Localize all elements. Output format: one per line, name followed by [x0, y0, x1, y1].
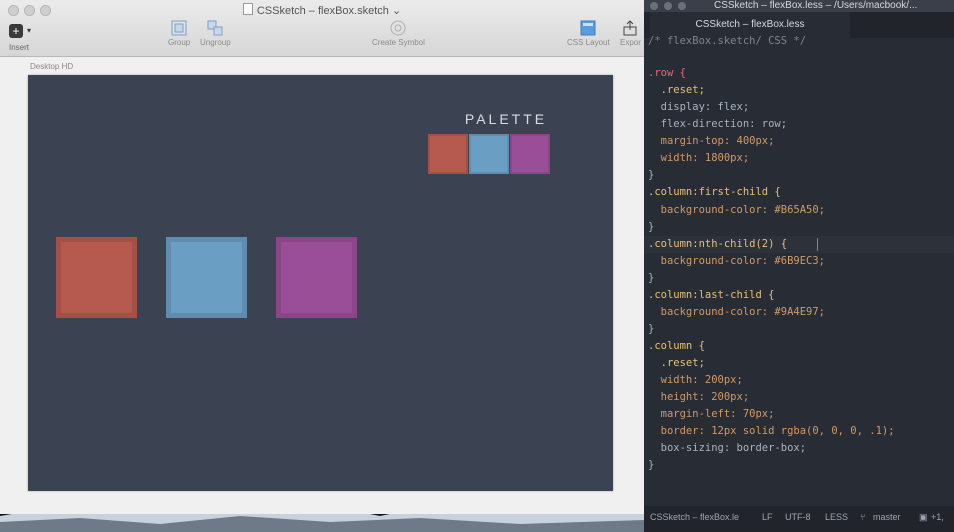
code-line[interactable]: height: 200px;: [648, 389, 750, 406]
code-line[interactable]: }: [648, 219, 654, 236]
sketch-window: CSSketch – flexBox.sketch ⌄ + ▾ Insert G…: [0, 0, 645, 514]
insert-button[interactable]: +: [9, 24, 23, 38]
code-line[interactable]: background-color: #9A4E97;: [648, 304, 825, 321]
git-status-icon: ▣: [919, 512, 928, 522]
palette-title[interactable]: PALETTE: [446, 111, 566, 127]
editor-window: CSSketch – flexBox.less – /Users/macbook…: [644, 0, 954, 532]
ungroup-icon: [207, 20, 223, 36]
group-icon: [171, 20, 187, 36]
status-encoding[interactable]: UTF-8: [785, 506, 811, 528]
code-line[interactable]: .column:nth-child(2) {: [648, 236, 787, 253]
editor-title: CSSketch – flexBox.less – /Users/macbook…: [714, 0, 918, 11]
status-line-ending[interactable]: LF: [762, 506, 773, 528]
palette-swatch-red[interactable]: [428, 134, 468, 174]
status-grammar[interactable]: LESS: [825, 506, 848, 528]
code-line[interactable]: width: 1800px;: [648, 150, 750, 167]
code-line[interactable]: .column:last-child {: [648, 287, 774, 304]
code-line[interactable]: }: [648, 167, 654, 184]
code-line[interactable]: .column:first-child {: [648, 184, 781, 201]
document-icon: [242, 3, 253, 15]
code-line[interactable]: }: [648, 270, 654, 287]
code-line[interactable]: .reset;: [648, 82, 705, 99]
code-line[interactable]: .column {: [648, 338, 705, 355]
column-first[interactable]: [56, 237, 137, 318]
export-label: Expor: [620, 38, 641, 47]
palette-swatch-blue[interactable]: [469, 134, 509, 174]
editor-zoom-button[interactable]: [678, 2, 686, 10]
column-last[interactable]: [276, 237, 357, 318]
code-line[interactable]: /* flexBox.sketch/ CSS */: [648, 36, 806, 50]
css-layout-label: CSS Layout: [567, 38, 610, 47]
export-button[interactable]: Expor: [620, 20, 641, 47]
code-line[interactable]: margin-left: 70px;: [648, 406, 775, 423]
export-icon: [623, 20, 637, 36]
canvas-area[interactable]: Desktop HD PALETTE: [0, 57, 644, 514]
editor-titlebar: CSSketch – flexBox.less – /Users/macbook…: [644, 0, 954, 12]
sketch-titlebar: CSSketch – flexBox.sketch ⌄ + ▾ Insert G…: [0, 0, 644, 57]
status-git-changes[interactable]: +1,: [931, 506, 944, 528]
create-symbol-label: Create Symbol: [372, 38, 425, 47]
status-bar: CSSketch – flexBox.le LF UTF-8 LESS ⑂ ma…: [644, 506, 954, 532]
create-symbol-button[interactable]: Create Symbol: [372, 20, 425, 47]
code-line[interactable]: box-sizing: border-box;: [648, 440, 806, 457]
code-line[interactable]: display: flex;: [648, 99, 750, 116]
code-line[interactable]: }: [648, 321, 654, 338]
code-line[interactable]: width: 200px;: [648, 372, 743, 389]
tab-flexbox-less[interactable]: CSSketch – flexBox.less: [650, 12, 850, 38]
code-line[interactable]: .reset;: [648, 355, 705, 372]
palette-swatch-purple[interactable]: [510, 134, 550, 174]
css-layout-icon: [580, 20, 596, 36]
insert-dropdown-icon[interactable]: ▾: [27, 26, 31, 35]
ungroup-button[interactable]: Ungroup: [200, 20, 231, 47]
code-line[interactable]: }: [648, 457, 654, 474]
window-title: CSSketch – flexBox.sketch ⌄: [0, 3, 644, 17]
insert-label: Insert: [9, 43, 30, 52]
group-button[interactable]: Group: [168, 20, 190, 47]
text-cursor: [817, 238, 818, 251]
git-branch-icon: ⑂: [860, 512, 866, 522]
symbol-icon: [390, 20, 406, 36]
code-editor[interactable]: /* flexBox.sketch/ CSS */ .row { .reset;…: [644, 36, 954, 506]
code-line[interactable]: border: 12px solid rgba(0, 0, 0, .1);: [648, 423, 895, 440]
code-line[interactable]: margin-top: 400px;: [648, 133, 775, 150]
chevron-down-icon[interactable]: ⌄: [392, 5, 401, 17]
editor-tab-bar: CSSketch – flexBox.less: [644, 12, 954, 38]
code-line[interactable]: background-color: #6B9EC3;: [648, 253, 825, 270]
editor-close-button[interactable]: [650, 2, 658, 10]
editor-minimize-button[interactable]: [664, 2, 672, 10]
group-label: Group: [168, 38, 191, 47]
code-line[interactable]: flex-direction: row;: [648, 116, 787, 133]
css-layout-button[interactable]: CSS Layout: [567, 20, 610, 47]
ungroup-label: Ungroup: [200, 38, 231, 47]
code-line[interactable]: background-color: #B65A50;: [648, 202, 825, 219]
code-line[interactable]: .row {: [648, 65, 686, 82]
artboard-desktop-hd[interactable]: PALETTE: [28, 75, 613, 491]
status-branch[interactable]: master: [873, 506, 901, 528]
artboard-label[interactable]: Desktop HD: [30, 62, 73, 71]
status-file[interactable]: CSSketch – flexBox.le: [650, 506, 739, 528]
column-second[interactable]: [166, 237, 247, 318]
